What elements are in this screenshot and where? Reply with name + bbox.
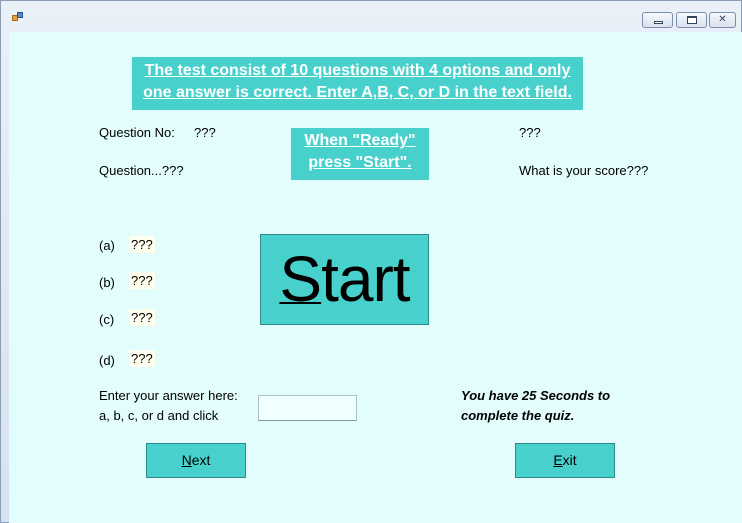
ready-line-1: When "Ready"	[304, 132, 416, 149]
answer-instruction-line-2: a, b, c, or d and click	[99, 408, 219, 423]
question-text: Question...???	[99, 163, 184, 178]
close-icon: ✕	[718, 14, 727, 25]
title-bar[interactable]: ✕	[1, 1, 742, 32]
minimize-icon	[654, 21, 663, 24]
app-icon[interactable]	[12, 12, 24, 22]
timer-line-1: You have 25 Seconds to	[461, 388, 611, 403]
start-button[interactable]: Start	[260, 234, 429, 325]
instructions-line-1: The test consist of 10 questions with 4 …	[144, 62, 571, 79]
close-button[interactable]: ✕	[709, 12, 736, 28]
option-b-label: (b)	[99, 275, 115, 290]
next-mnemonic: N	[181, 452, 192, 468]
question-number-label: Question No:	[99, 125, 175, 140]
exit-label-rest: xit	[562, 452, 577, 468]
start-mnemonic: S	[279, 243, 322, 315]
restore-icon	[687, 16, 697, 24]
ready-prompt: When "Ready" press "Start".	[291, 128, 429, 180]
maximize-button[interactable]	[676, 12, 707, 28]
option-a-label: (a)	[99, 238, 115, 253]
timer-notice: You have 25 Seconds to complete the quiz…	[461, 386, 610, 426]
option-b-value: ???	[129, 272, 155, 289]
exit-button[interactable]: Exit	[515, 443, 615, 478]
ready-line-2: press "Start".	[308, 154, 412, 171]
instructions-line-2: one answer is correct. Enter A,B, C, or …	[143, 84, 572, 101]
score-label: What is your score???	[519, 163, 649, 178]
next-button[interactable]: Next	[146, 443, 246, 478]
option-a-value: ???	[129, 236, 155, 253]
start-label-rest: tart	[321, 243, 410, 315]
answer-instruction-line-1: Enter your answer here:	[99, 388, 238, 403]
app-icon-square-blue	[17, 12, 23, 18]
score-value: ???	[519, 125, 541, 140]
timer-line-2: complete the quiz.	[461, 408, 575, 423]
option-c-label: (c)	[99, 312, 115, 327]
option-c-value: ???	[129, 309, 155, 326]
next-label-rest: ext	[191, 452, 211, 468]
instructions-banner: The test consist of 10 questions with 4 …	[132, 57, 583, 110]
question-number-value: ???	[194, 125, 216, 140]
option-d-value: ???	[129, 350, 155, 367]
exit-mnemonic: E	[553, 452, 563, 468]
answer-input[interactable]	[258, 395, 357, 421]
minimize-button[interactable]	[642, 12, 673, 28]
option-d-label: (d)	[99, 353, 115, 368]
